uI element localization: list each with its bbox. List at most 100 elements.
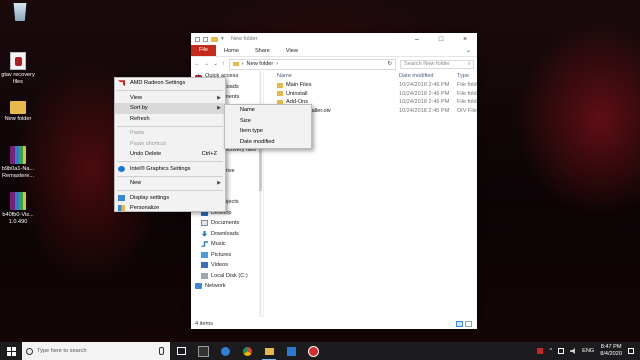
back-arrow-icon[interactable]: ← — [194, 61, 200, 67]
nav-item[interactable]: Documents — [191, 218, 263, 229]
desktop-icon-label: b9b0a1-Na... Remastere... — [1, 166, 35, 179]
menu-item-paste-shortcut: Paste shortcut — [115, 139, 225, 150]
file-row[interactable]: Main Files 10/24/2018 2:46 PM File fold — [267, 81, 477, 90]
taskbar-app-edge[interactable] — [214, 342, 236, 360]
chrome-icon — [242, 346, 252, 356]
file-name: Main Files — [286, 82, 312, 89]
chevron-down-icon[interactable]: ▾ — [221, 36, 224, 42]
breadcrumb-separator-icon: › — [241, 61, 244, 67]
nav-item[interactable]: Music — [191, 239, 263, 250]
menu-item-personalize[interactable]: Personalize — [115, 203, 225, 214]
menu-item-intel-graphics-settings[interactable]: Intel® Graphics Settings — [115, 164, 225, 175]
nav-item[interactable]: Local Disk (C:) — [191, 271, 263, 282]
desktop-icon-gtav-recovery[interactable]: gtav recovery files — [1, 52, 35, 85]
menu-item-label: Paste — [130, 130, 145, 137]
tab-file[interactable]: File — [191, 45, 217, 56]
search-input[interactable]: Search New folder ⌕ — [400, 59, 474, 69]
menu-item-display-settings[interactable]: Display settings — [115, 193, 225, 204]
tab-home[interactable]: Home — [216, 48, 247, 54]
column-name[interactable]: Name — [267, 73, 399, 79]
recycle-bin-icon — [13, 3, 27, 21]
file-name-cell: Main Files — [267, 82, 399, 88]
record-icon — [307, 345, 319, 357]
taskbar-app-store[interactable] — [280, 342, 302, 360]
menu-item-amd-radeon-settings[interactable]: AMD Radeon Settings — [115, 78, 225, 89]
nav-item[interactable]: Downloads — [191, 229, 263, 240]
menu-item-undo-delete[interactable]: Undo Delete Ctrl+Z — [115, 149, 225, 160]
language-indicator[interactable]: ENG — [582, 348, 594, 354]
menu-item-label: Display settings — [130, 194, 170, 201]
menu-separator — [117, 161, 223, 162]
show-hidden-icons[interactable]: ^ — [549, 348, 552, 354]
desktop-icon-new-folder[interactable]: New folder — [1, 97, 35, 123]
nav-item-label: Downloads — [211, 230, 239, 237]
sort-option[interactable]: Size — [225, 116, 311, 127]
chevron-down-icon[interactable]: ⌄ — [213, 61, 218, 67]
desktop-icon-recycle-bin[interactable] — [3, 3, 37, 23]
file-explorer-icon — [264, 347, 274, 355]
volume-icon[interactable] — [570, 348, 575, 354]
notifications-icon[interactable] — [628, 348, 634, 354]
store-icon — [286, 346, 296, 356]
menu-item-sort-by[interactable]: Sort by ▶ — [115, 103, 225, 114]
sort-option[interactable]: Item type — [225, 126, 311, 137]
menu-item-label: View — [130, 94, 143, 101]
up-arrow-icon[interactable]: ↑ — [222, 61, 225, 67]
doc-icon — [201, 220, 208, 227]
search-icon — [26, 347, 33, 355]
sort-option[interactable]: Name — [225, 105, 311, 116]
menu-separator — [117, 125, 223, 127]
sort-option[interactable]: Date modified — [225, 137, 311, 148]
large-icons-view-button[interactable] — [465, 321, 472, 327]
start-button[interactable] — [0, 342, 22, 360]
column-headers: Name Date modified Type — [267, 71, 477, 81]
microphone-icon[interactable] — [159, 347, 164, 355]
task-view-button[interactable] — [170, 342, 192, 360]
file-row[interactable]: Uninstall 10/24/2018 2:46 PM File fold — [267, 90, 477, 99]
taskbar-app-file-explorer[interactable] — [258, 342, 280, 360]
taskbar-app-epic[interactable] — [192, 342, 214, 360]
properties-icon[interactable] — [195, 36, 200, 42]
maximize-button[interactable]: □ — [429, 36, 453, 43]
windows-logo-icon — [6, 346, 16, 356]
nav-item[interactable]: Pictures — [191, 250, 263, 261]
minimize-button[interactable]: – — [405, 36, 429, 43]
desktop-icon-archive-1[interactable]: b9b0a1-Na... Remastere... — [1, 146, 35, 179]
checkbox-icon[interactable] — [203, 36, 208, 42]
taskbar-app-recorder[interactable] — [302, 342, 324, 360]
expand-ribbon-icon[interactable]: ⌄ — [466, 47, 477, 54]
window-title: New folder — [230, 36, 258, 42]
taskbar-search[interactable]: Type here to search — [22, 342, 170, 360]
taskbar-app-chrome[interactable] — [236, 342, 258, 360]
forward-arrow-icon[interactable]: → — [204, 61, 210, 67]
nav-item[interactable]: Network — [191, 281, 263, 292]
file-date: 10/24/2018 2:46 PM — [399, 90, 450, 97]
clock-date: 8/4/2020 — [600, 351, 622, 357]
menu-item-refresh[interactable]: Refresh — [115, 114, 225, 125]
column-type[interactable]: Type — [457, 73, 469, 79]
tab-view[interactable]: View — [278, 48, 306, 54]
tab-share[interactable]: Share — [247, 48, 278, 54]
pic-icon — [201, 251, 208, 258]
column-date-modified[interactable]: Date modified — [399, 73, 457, 79]
details-view-button[interactable] — [456, 321, 463, 327]
ribbon-tabs: File Home Share View ⌄ — [191, 45, 477, 57]
menu-item-new[interactable]: New ▶ — [115, 178, 225, 189]
clock[interactable]: 8:47 PM 8/4/2020 — [600, 344, 622, 358]
menu-item-view[interactable]: View ▶ — [115, 93, 225, 104]
menu-item-label: New — [130, 180, 142, 187]
submenu-arrow-icon: ▶ — [217, 105, 221, 112]
battery-icon[interactable] — [558, 348, 565, 354]
desktop-icon-archive-2[interactable]: b40fb0-Vis... 1.0.490 — [1, 192, 35, 225]
menu-item-label: Personalize — [130, 205, 160, 212]
close-button[interactable]: × — [453, 36, 477, 43]
menu-item-label: AMD Radeon Settings — [130, 80, 186, 87]
refresh-icon[interactable]: ↻ — [387, 61, 392, 67]
nav-item[interactable]: Videos — [191, 260, 263, 271]
amd-tray-icon[interactable] — [537, 348, 544, 354]
vid-icon — [201, 262, 208, 269]
address-bar[interactable]: › New folder › ↻ — [228, 58, 396, 70]
nav-item-label: Music — [211, 241, 226, 248]
document-icon — [10, 52, 26, 70]
breadcrumb-current[interactable]: New folder — [247, 61, 274, 67]
